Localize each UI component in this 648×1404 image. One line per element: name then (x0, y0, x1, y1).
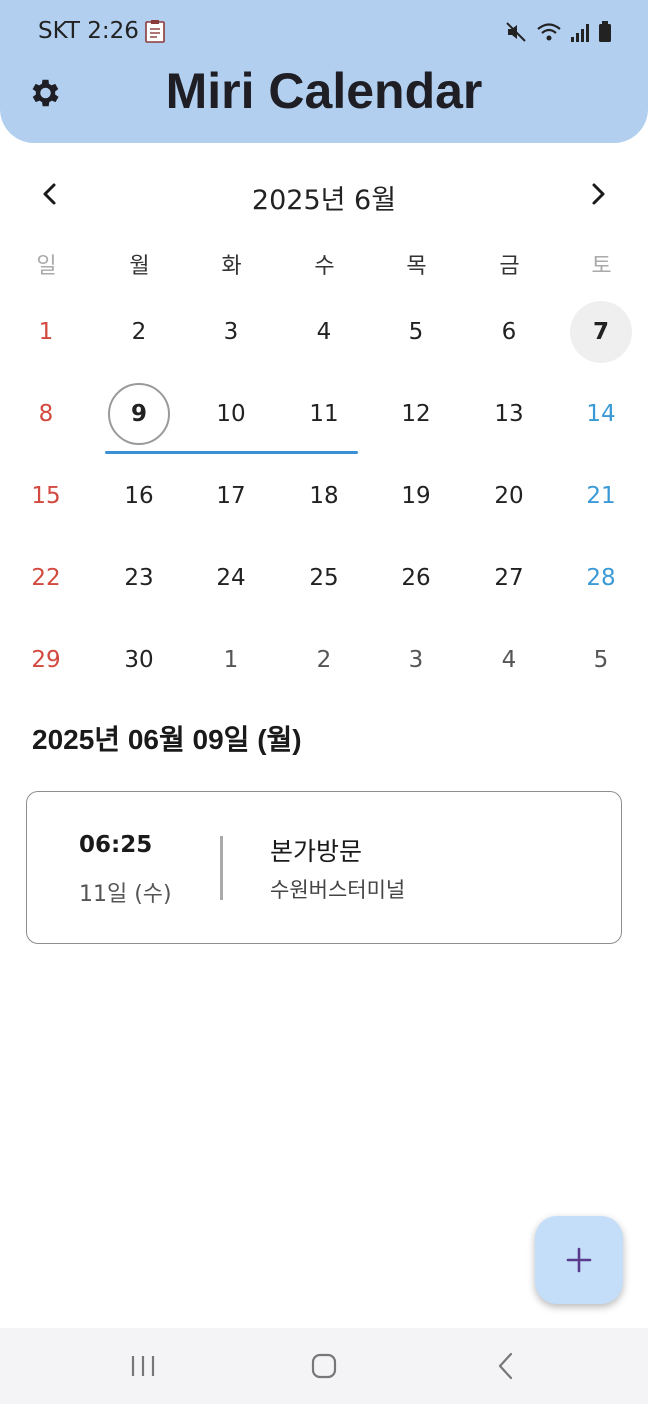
calendar-day[interactable]: 12 (385, 383, 447, 445)
weekday-fri: 금 (499, 254, 520, 279)
event-location: 수원버스터미널 (270, 878, 406, 902)
calendar-day[interactable]: 4 (293, 301, 355, 363)
calendar-day[interactable]: 8 (15, 383, 77, 445)
add-event-button[interactable] (535, 1216, 623, 1304)
calendar-day[interactable]: 29 (15, 629, 77, 691)
signal-icon (571, 24, 589, 42)
month-label: 2025년 6월 (251, 185, 397, 216)
clipboard-notification-icon (145, 20, 165, 43)
event-span-bar (105, 451, 358, 454)
wifi-icon (537, 23, 561, 41)
calendar-day[interactable]: 30 (108, 629, 170, 691)
calendar-day[interactable]: 19 (385, 465, 447, 527)
calendar-day[interactable]: 3 (200, 301, 262, 363)
event-title: 본가방문 (270, 837, 363, 866)
calendar-day[interactable]: 23 (108, 547, 170, 609)
weekday-wed: 수 (314, 254, 335, 279)
calendar-day[interactable]: 25 (293, 547, 355, 609)
calendar-day-next-month[interactable]: 2 (293, 629, 355, 691)
calendar-day[interactable]: 6 (478, 301, 540, 363)
calendar-day[interactable]: 13 (478, 383, 540, 445)
calendar-day-next-month[interactable]: 4 (478, 629, 540, 691)
plus-icon (566, 1247, 592, 1273)
event-divider (220, 836, 223, 900)
event-end-date: 11일 (수) (79, 882, 172, 907)
calendar-day[interactable]: 14 (570, 383, 632, 445)
calendar-day[interactable]: 18 (293, 465, 355, 527)
event-time: 06:25 (79, 832, 153, 858)
battery-icon (599, 21, 611, 42)
app-header: SKT 2:26 Miri Calendar (0, 0, 648, 143)
calendar-day-next-month[interactable]: 1 (200, 629, 262, 691)
system-navigation-bar (0, 1328, 648, 1404)
calendar-day[interactable]: 1 (15, 301, 77, 363)
calendar-day-today[interactable]: 7 (570, 301, 632, 363)
status-icons (504, 18, 612, 46)
calendar-day[interactable]: 20 (478, 465, 540, 527)
weekday-mon: 월 (129, 254, 150, 279)
calendar-day[interactable]: 22 (15, 547, 77, 609)
calendar-day[interactable]: 21 (570, 465, 632, 527)
calendar-day-next-month[interactable]: 3 (385, 629, 447, 691)
status-bar-time: SKT 2:26 (38, 18, 165, 44)
calendar-day[interactable]: 28 (570, 547, 632, 609)
mute-icon (506, 22, 526, 42)
weekday-header: 일 월 화 수 목 금 토 (0, 248, 648, 288)
calendar-day[interactable]: 11 (293, 383, 355, 445)
back-icon[interactable] (490, 1352, 522, 1380)
month-navigation: 2025년 6월 (0, 168, 648, 220)
calendar-day[interactable]: 26 (385, 547, 447, 609)
calendar-day[interactable]: 16 (108, 465, 170, 527)
calendar-day[interactable]: 27 (478, 547, 540, 609)
weekday-sat: 토 (591, 254, 612, 279)
calendar-day[interactable]: 24 (200, 547, 262, 609)
calendar-day[interactable]: 17 (200, 465, 262, 527)
chevron-right-icon[interactable] (582, 178, 614, 210)
weekday-tue: 화 (221, 254, 242, 279)
recent-apps-icon[interactable] (127, 1352, 159, 1380)
calendar-day[interactable]: 10 (200, 383, 262, 445)
calendar-day-selected[interactable]: 9 (108, 383, 170, 445)
calendar-day[interactable]: 5 (385, 301, 447, 363)
calendar-day-next-month[interactable]: 5 (570, 629, 632, 691)
calendar-day[interactable]: 2 (108, 301, 170, 363)
calendar-day[interactable]: 15 (15, 465, 77, 527)
event-card[interactable]: 06:25 11일 (수) 본가방문 수원버스터미널 (26, 791, 622, 944)
home-icon[interactable] (308, 1352, 340, 1380)
weekday-thu: 목 (406, 254, 427, 279)
weekday-sun: 일 (36, 254, 57, 279)
carrier-time: SKT 2:26 (38, 18, 139, 44)
app-title: Miri Calendar (165, 63, 483, 119)
selected-date-heading: 2025년 06월 09일 (월) (32, 724, 302, 755)
